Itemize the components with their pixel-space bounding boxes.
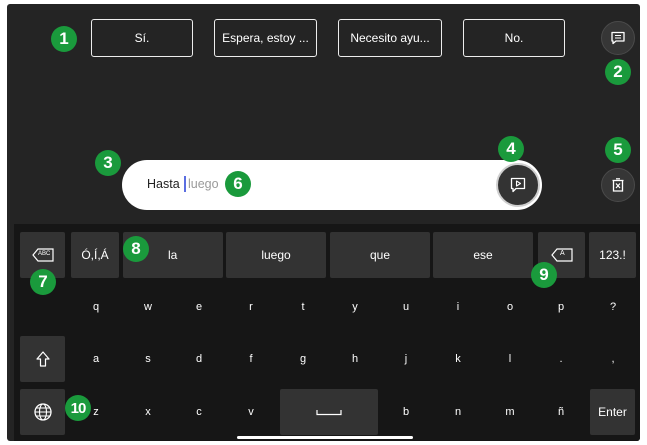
phrase-button-4[interactable]: No. xyxy=(463,19,565,57)
key-q[interactable]: q xyxy=(76,286,116,328)
key-p[interactable]: p xyxy=(541,286,581,328)
key-l[interactable]: l xyxy=(490,338,530,380)
shift-arrow-icon xyxy=(35,351,50,367)
globe-icon xyxy=(33,403,52,421)
key-o[interactable]: o xyxy=(490,286,530,328)
key-a[interactable]: a xyxy=(76,338,116,380)
key-e[interactable]: e xyxy=(179,286,219,328)
phrases-menu-button[interactable] xyxy=(601,21,635,55)
callout-badge-1: 1 xyxy=(51,26,77,52)
inline-suggestion[interactable]: luego xyxy=(188,177,219,191)
key-period[interactable]: . xyxy=(541,338,581,380)
key-n-tilde[interactable]: ñ xyxy=(541,391,581,433)
key-n[interactable]: n xyxy=(438,391,478,433)
callout-badge-3: 3 xyxy=(95,150,121,176)
callout-badge-7: 7 xyxy=(30,269,56,295)
phrase-button-3[interactable]: Necesito ayu... xyxy=(338,19,442,57)
word-suggestion-3[interactable]: que xyxy=(330,232,430,278)
callout-badge-9: 9 xyxy=(531,262,557,288)
key-r[interactable]: r xyxy=(231,286,271,328)
space-bar-icon xyxy=(316,410,342,416)
numbers-key[interactable]: 123.! xyxy=(589,232,636,278)
backspace-abc-label: ABC xyxy=(38,251,51,257)
enter-key[interactable]: Enter xyxy=(590,389,635,435)
shift-key[interactable] xyxy=(20,336,65,382)
key-i[interactable]: i xyxy=(438,286,478,328)
chat-bubble-icon xyxy=(611,31,625,45)
key-t[interactable]: t xyxy=(283,286,323,328)
key-question[interactable]: ? xyxy=(593,286,633,328)
key-k[interactable]: k xyxy=(438,338,478,380)
callout-badge-4: 4 xyxy=(498,136,524,162)
key-f[interactable]: f xyxy=(231,338,271,380)
key-h[interactable]: h xyxy=(335,338,375,380)
callout-badge-10: 10 xyxy=(65,395,91,421)
speak-button[interactable] xyxy=(496,163,540,207)
clear-text-button[interactable] xyxy=(601,168,635,202)
text-input-field[interactable]: Hasta luego xyxy=(122,160,542,210)
app-screen: Sí. Espera, estoy ... Necesito ayu... No… xyxy=(7,4,640,441)
key-d[interactable]: d xyxy=(179,338,219,380)
on-screen-keyboard: ABC Ó,Í,Á l a luego que ese A 123.! q w e… xyxy=(14,224,640,441)
key-g[interactable]: g xyxy=(283,338,323,380)
callout-badge-8: 8 xyxy=(123,236,149,262)
key-x[interactable]: x xyxy=(128,391,168,433)
word-suggestion-2[interactable]: luego xyxy=(226,232,326,278)
key-v[interactable]: v xyxy=(231,391,271,433)
key-y[interactable]: y xyxy=(335,286,375,328)
key-b[interactable]: b xyxy=(386,391,426,433)
phrase-button-2[interactable]: Espera, estoy ... xyxy=(214,19,317,57)
key-u[interactable]: u xyxy=(386,286,426,328)
key-s[interactable]: s xyxy=(128,338,168,380)
speak-play-icon xyxy=(510,177,526,193)
accent-key[interactable]: Ó,Í,Á xyxy=(71,232,119,278)
key-comma[interactable]: , xyxy=(593,338,633,380)
phrase-button-1[interactable]: Sí. xyxy=(91,19,193,57)
language-key[interactable] xyxy=(20,389,65,435)
callout-badge-5: 5 xyxy=(605,137,631,163)
clear-text-icon xyxy=(612,178,624,192)
key-j[interactable]: j xyxy=(386,338,426,380)
key-w[interactable]: w xyxy=(128,286,168,328)
callout-badge-2: 2 xyxy=(605,59,631,85)
word-suggestion-4[interactable]: ese xyxy=(433,232,533,278)
text-caret xyxy=(184,176,186,192)
space-key[interactable] xyxy=(280,389,378,435)
home-indicator xyxy=(237,436,413,439)
key-m[interactable]: m xyxy=(490,391,530,433)
callout-badge-6: 6 xyxy=(225,171,251,197)
key-c[interactable]: c xyxy=(179,391,219,433)
backspace-label: A xyxy=(560,250,565,257)
typed-text: Hasta xyxy=(147,177,180,191)
